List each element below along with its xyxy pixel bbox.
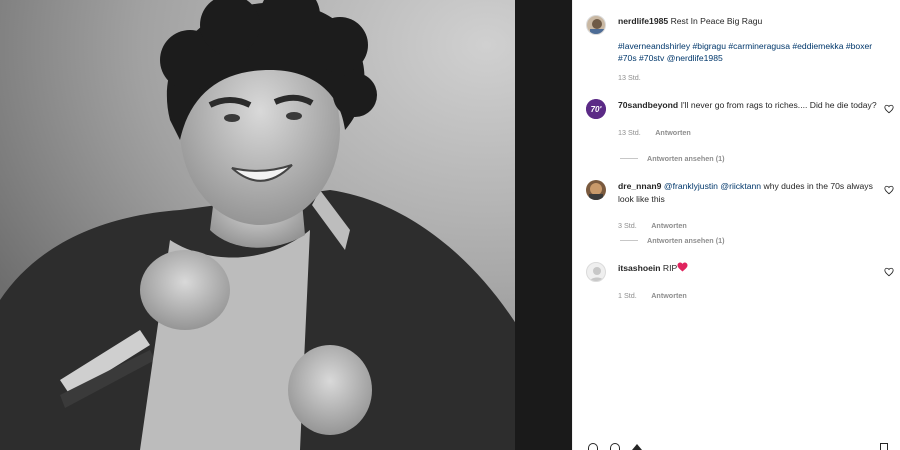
- comment-username[interactable]: itsashoein: [618, 263, 661, 273]
- comment-avatar-70sandbeyond[interactable]: 70': [586, 99, 606, 119]
- divider-dash: [620, 240, 638, 241]
- view-replies-button[interactable]: Antworten ansehen (1): [620, 236, 724, 245]
- author-avatar[interactable]: [586, 15, 606, 35]
- hashtags-line-1[interactable]: #laverneandshirley #bigragu #carmineragu…: [618, 40, 888, 53]
- comment-2: dre_nnan9 @franklyjustin @riicktann why …: [618, 180, 878, 233]
- view-replies-button[interactable]: Antworten ansehen (1): [620, 154, 724, 163]
- post-image: [0, 0, 572, 450]
- view-replies-label: Antworten ansehen (1): [647, 236, 725, 245]
- author-username[interactable]: nerdlife1985: [618, 16, 668, 26]
- post-sidebar: nerdlife1985 Rest In Peace Big Ragu #lav…: [572, 0, 900, 450]
- post-photo[interactable]: [0, 0, 572, 450]
- comment-time[interactable]: 1 Std.: [618, 291, 637, 300]
- share-icon[interactable]: [632, 444, 642, 450]
- 70s-badge-icon: 70': [586, 99, 606, 119]
- comment-icon[interactable]: [610, 443, 620, 450]
- comment-3: itsashoein RIP 1 Std. Antworten: [618, 262, 878, 303]
- reply-button[interactable]: Antworten: [651, 291, 687, 300]
- like-icon[interactable]: [588, 443, 598, 450]
- comment-1: 70sandbeyond I'll never go from rags to …: [618, 99, 878, 140]
- reply-button[interactable]: Antworten: [651, 221, 687, 230]
- comment-avatar-itsashoein[interactable]: [586, 262, 606, 282]
- comment-time[interactable]: 13 Std.: [618, 128, 641, 137]
- default-avatar-icon: [589, 267, 605, 281]
- save-icon[interactable]: [880, 443, 888, 450]
- comment-username[interactable]: dre_nnan9: [618, 181, 661, 191]
- post-caption: nerdlife1985 Rest In Peace Big Ragu #lav…: [618, 15, 888, 82]
- comment-username[interactable]: 70sandbeyond: [618, 100, 678, 110]
- caption-text: Rest In Peace Big Ragu: [670, 16, 763, 26]
- red-heart-emoji-icon: [677, 262, 688, 272]
- post-timestamp[interactable]: 13 Std.: [618, 73, 641, 82]
- action-bar: [586, 443, 896, 450]
- heart-icon[interactable]: [884, 267, 894, 277]
- comment-text: I'll never go from rags to riches.... Di…: [680, 100, 877, 110]
- divider-dash: [620, 158, 638, 159]
- svg-text:70': 70': [591, 105, 603, 114]
- heart-icon[interactable]: [884, 185, 894, 195]
- comment-time[interactable]: 3 Std.: [618, 221, 637, 230]
- comment-mention[interactable]: @riicktann: [720, 181, 761, 191]
- comment-text: RIP: [662, 263, 678, 273]
- comment-mention[interactable]: @franklyjustin: [664, 181, 718, 191]
- heart-icon[interactable]: [884, 104, 894, 114]
- hashtags-line-2[interactable]: #70s #70stv @nerdlife1985: [618, 52, 888, 65]
- comment-avatar-dre_nnan9[interactable]: [586, 180, 606, 200]
- view-replies-label: Antworten ansehen (1): [647, 154, 725, 163]
- reply-button[interactable]: Antworten: [655, 128, 691, 137]
